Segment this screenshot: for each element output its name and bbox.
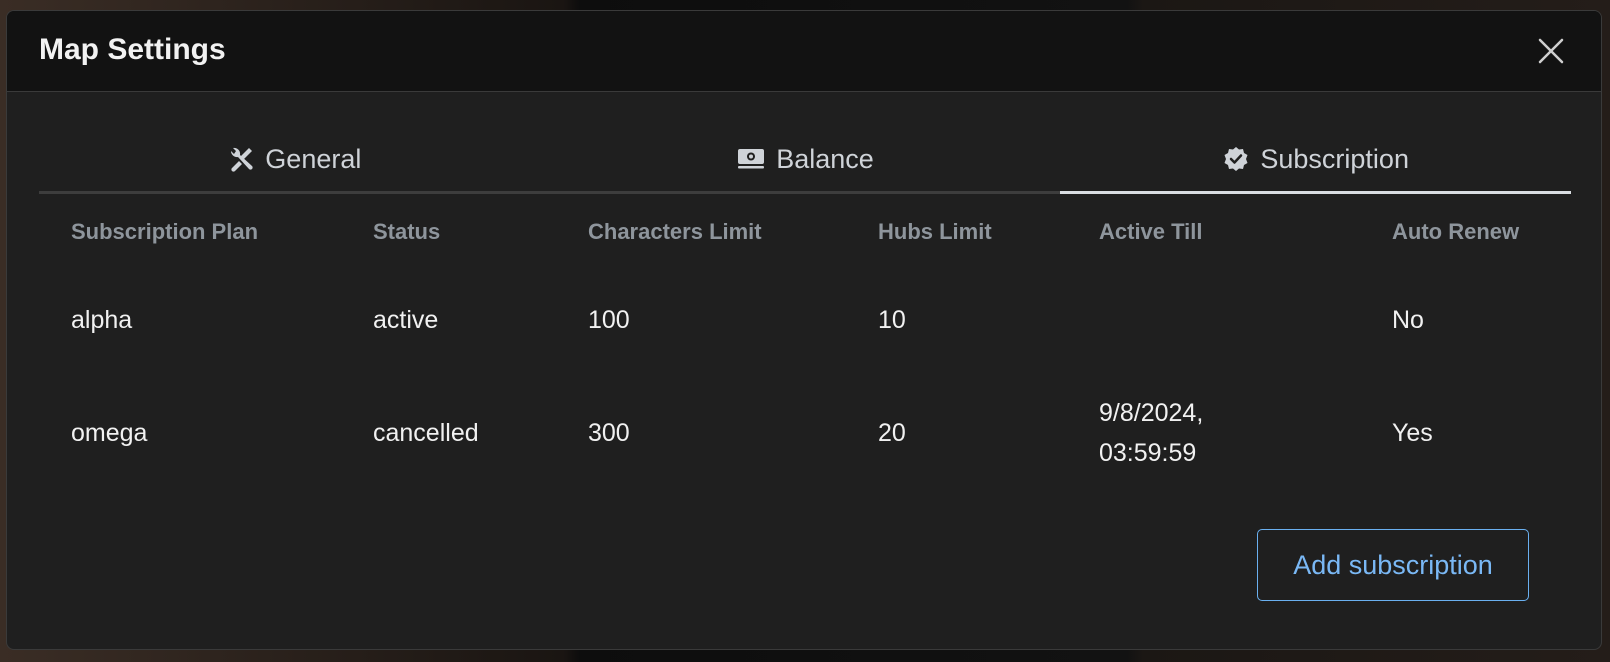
table-header-row: Subscription Plan Status Characters Limi… [39, 207, 1571, 257]
close-icon [1538, 38, 1564, 64]
table-row[interactable]: alpha active 100 10 No [39, 257, 1571, 383]
active-till-time: 03:59:59 [1099, 439, 1197, 467]
money-icon [736, 146, 766, 172]
column-header-characters-limit[interactable]: Characters Limit [556, 207, 846, 257]
column-header-active-till[interactable]: Active Till [1067, 207, 1360, 257]
cell-auto-renew: Yes [1392, 419, 1433, 447]
cell-active-till: 9/8/2024, 03:59:59 [1067, 383, 1360, 483]
tab-subscription[interactable]: Subscription [1060, 131, 1571, 194]
tab-subscription-label: Subscription [1260, 143, 1409, 174]
map-settings-dialog: Map Settings General Balance Subscriptio… [6, 10, 1602, 650]
column-header-status[interactable]: Status [341, 207, 556, 257]
cell-hubs-limit: 20 [878, 419, 906, 447]
verified-badge-icon [1222, 145, 1250, 173]
cell-characters-limit: 100 [588, 306, 630, 334]
cell-characters-limit: 300 [588, 419, 630, 447]
cell-auto-renew: No [1392, 306, 1424, 334]
close-button[interactable] [1535, 35, 1567, 67]
cell-plan: alpha [71, 306, 133, 334]
cell-plan: omega [71, 419, 148, 447]
dialog-title: Map Settings [39, 33, 226, 66]
tab-general[interactable]: General [39, 131, 550, 191]
settings-tabs: General Balance Subscription [39, 131, 1571, 194]
cell-status: active [373, 306, 439, 334]
column-header-plan[interactable]: Subscription Plan [39, 207, 341, 257]
tab-balance[interactable]: Balance [550, 131, 1061, 191]
tab-general-label: General [265, 143, 362, 174]
subscriptions-table: Subscription Plan Status Characters Limi… [39, 207, 1571, 483]
dialog-header: Map Settings [7, 11, 1601, 92]
column-header-auto-renew[interactable]: Auto Renew [1360, 207, 1571, 257]
cell-hubs-limit: 10 [878, 306, 906, 334]
table-row[interactable]: omega cancelled 300 20 9/8/2024, 03:59:5… [39, 383, 1571, 483]
cell-status: cancelled [373, 419, 479, 447]
wrench-screwdriver-icon [227, 145, 255, 173]
cell-active-till [1067, 257, 1360, 383]
add-subscription-button[interactable]: Add subscription [1257, 529, 1529, 601]
tab-balance-label: Balance [776, 143, 874, 174]
active-till-date: 9/8/2024, [1099, 399, 1204, 427]
column-header-hubs-limit[interactable]: Hubs Limit [846, 207, 1067, 257]
